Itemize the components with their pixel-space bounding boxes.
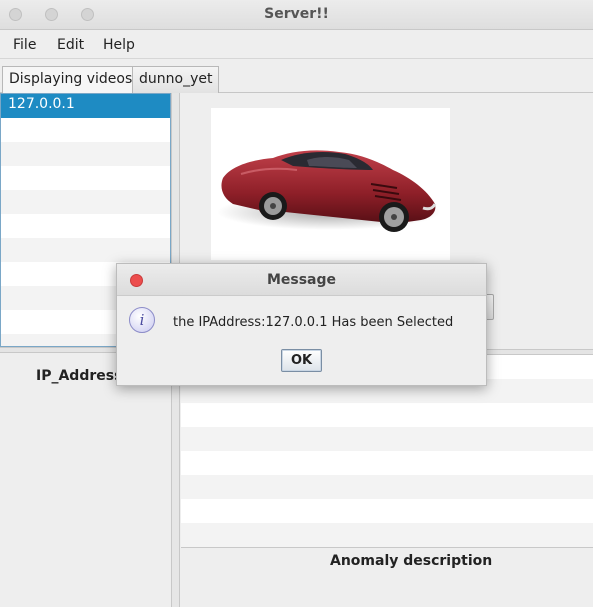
- empty-list-row: [1, 142, 170, 166]
- empty-list-row: [1, 238, 170, 262]
- dialog-message: the IPAddress:127.0.0.1 Has been Selecte…: [173, 315, 454, 330]
- tab-dunno-yet[interactable]: dunno_yet: [132, 66, 220, 93]
- table-row: [181, 403, 593, 427]
- table-row: [181, 451, 593, 475]
- menu-file[interactable]: File: [13, 37, 36, 53]
- empty-list-row: [1, 166, 170, 190]
- video-frame: [211, 108, 450, 260]
- menu-help[interactable]: Help: [103, 37, 135, 53]
- sports-car-image: [217, 150, 441, 232]
- ok-button[interactable]: OK: [281, 349, 322, 372]
- table-row: [181, 475, 593, 499]
- ip-address-panel: [0, 353, 171, 607]
- dialog-title-bar: Message: [117, 264, 486, 296]
- empty-list-row: [1, 118, 170, 142]
- anomaly-description-label: Anomaly description: [330, 553, 493, 569]
- title-bar: Server!!: [0, 0, 593, 30]
- tab-strip: Displaying videos dunno_yet: [0, 59, 593, 94]
- message-dialog: Message i the IPAddress:127.0.0.1 Has be…: [116, 263, 487, 386]
- window-title: Server!!: [264, 6, 329, 22]
- empty-list-row: [1, 190, 170, 214]
- table-row: [181, 499, 593, 523]
- table-row: [181, 427, 593, 451]
- table-row: [181, 523, 593, 547]
- dialog-title: Message: [266, 272, 337, 288]
- ip-address-header: IP_Address: [36, 368, 123, 384]
- empty-list-row: [1, 214, 170, 238]
- tab-displaying-videos[interactable]: Displaying videos: [2, 66, 140, 94]
- ip-list-item[interactable]: 127.0.0.1: [1, 94, 170, 118]
- menu-edit[interactable]: Edit: [57, 37, 84, 53]
- info-icon: i: [129, 307, 155, 333]
- menu-bar: File Edit Help: [0, 30, 593, 59]
- anomaly-footer: Anomaly description: [181, 547, 593, 607]
